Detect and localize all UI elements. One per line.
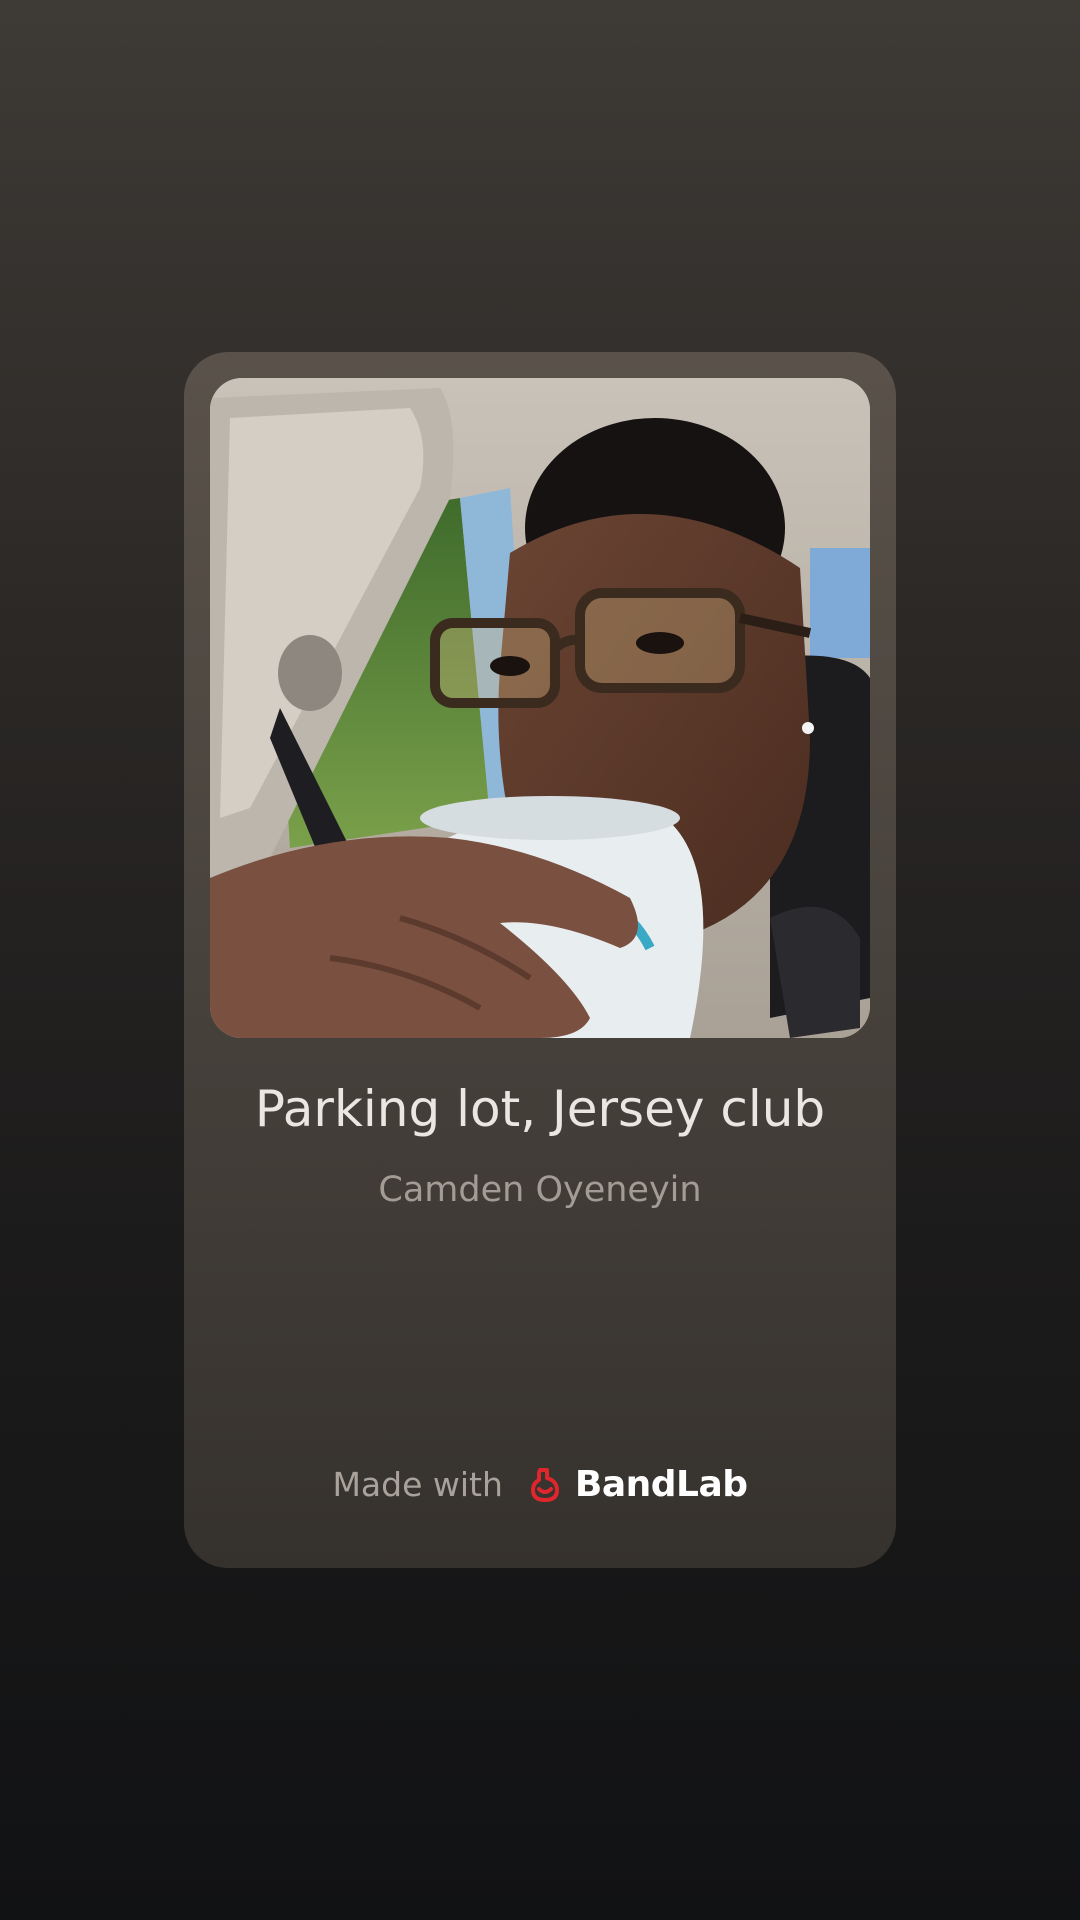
- artwork-photo: [210, 378, 870, 1038]
- bandlab-logo-icon: [525, 1465, 565, 1505]
- share-card: Parking lot, Jersey club Camden Oyeneyin…: [184, 352, 896, 1568]
- made-with-label: Made with: [332, 1465, 503, 1504]
- track-artwork: [210, 378, 870, 1038]
- artist-name: Camden Oyeneyin: [378, 1170, 702, 1210]
- brand-name: BandLab: [574, 1464, 748, 1505]
- made-with-footer: Made with BandLab: [184, 1464, 896, 1505]
- track-title: Parking lot, Jersey club: [254, 1080, 826, 1138]
